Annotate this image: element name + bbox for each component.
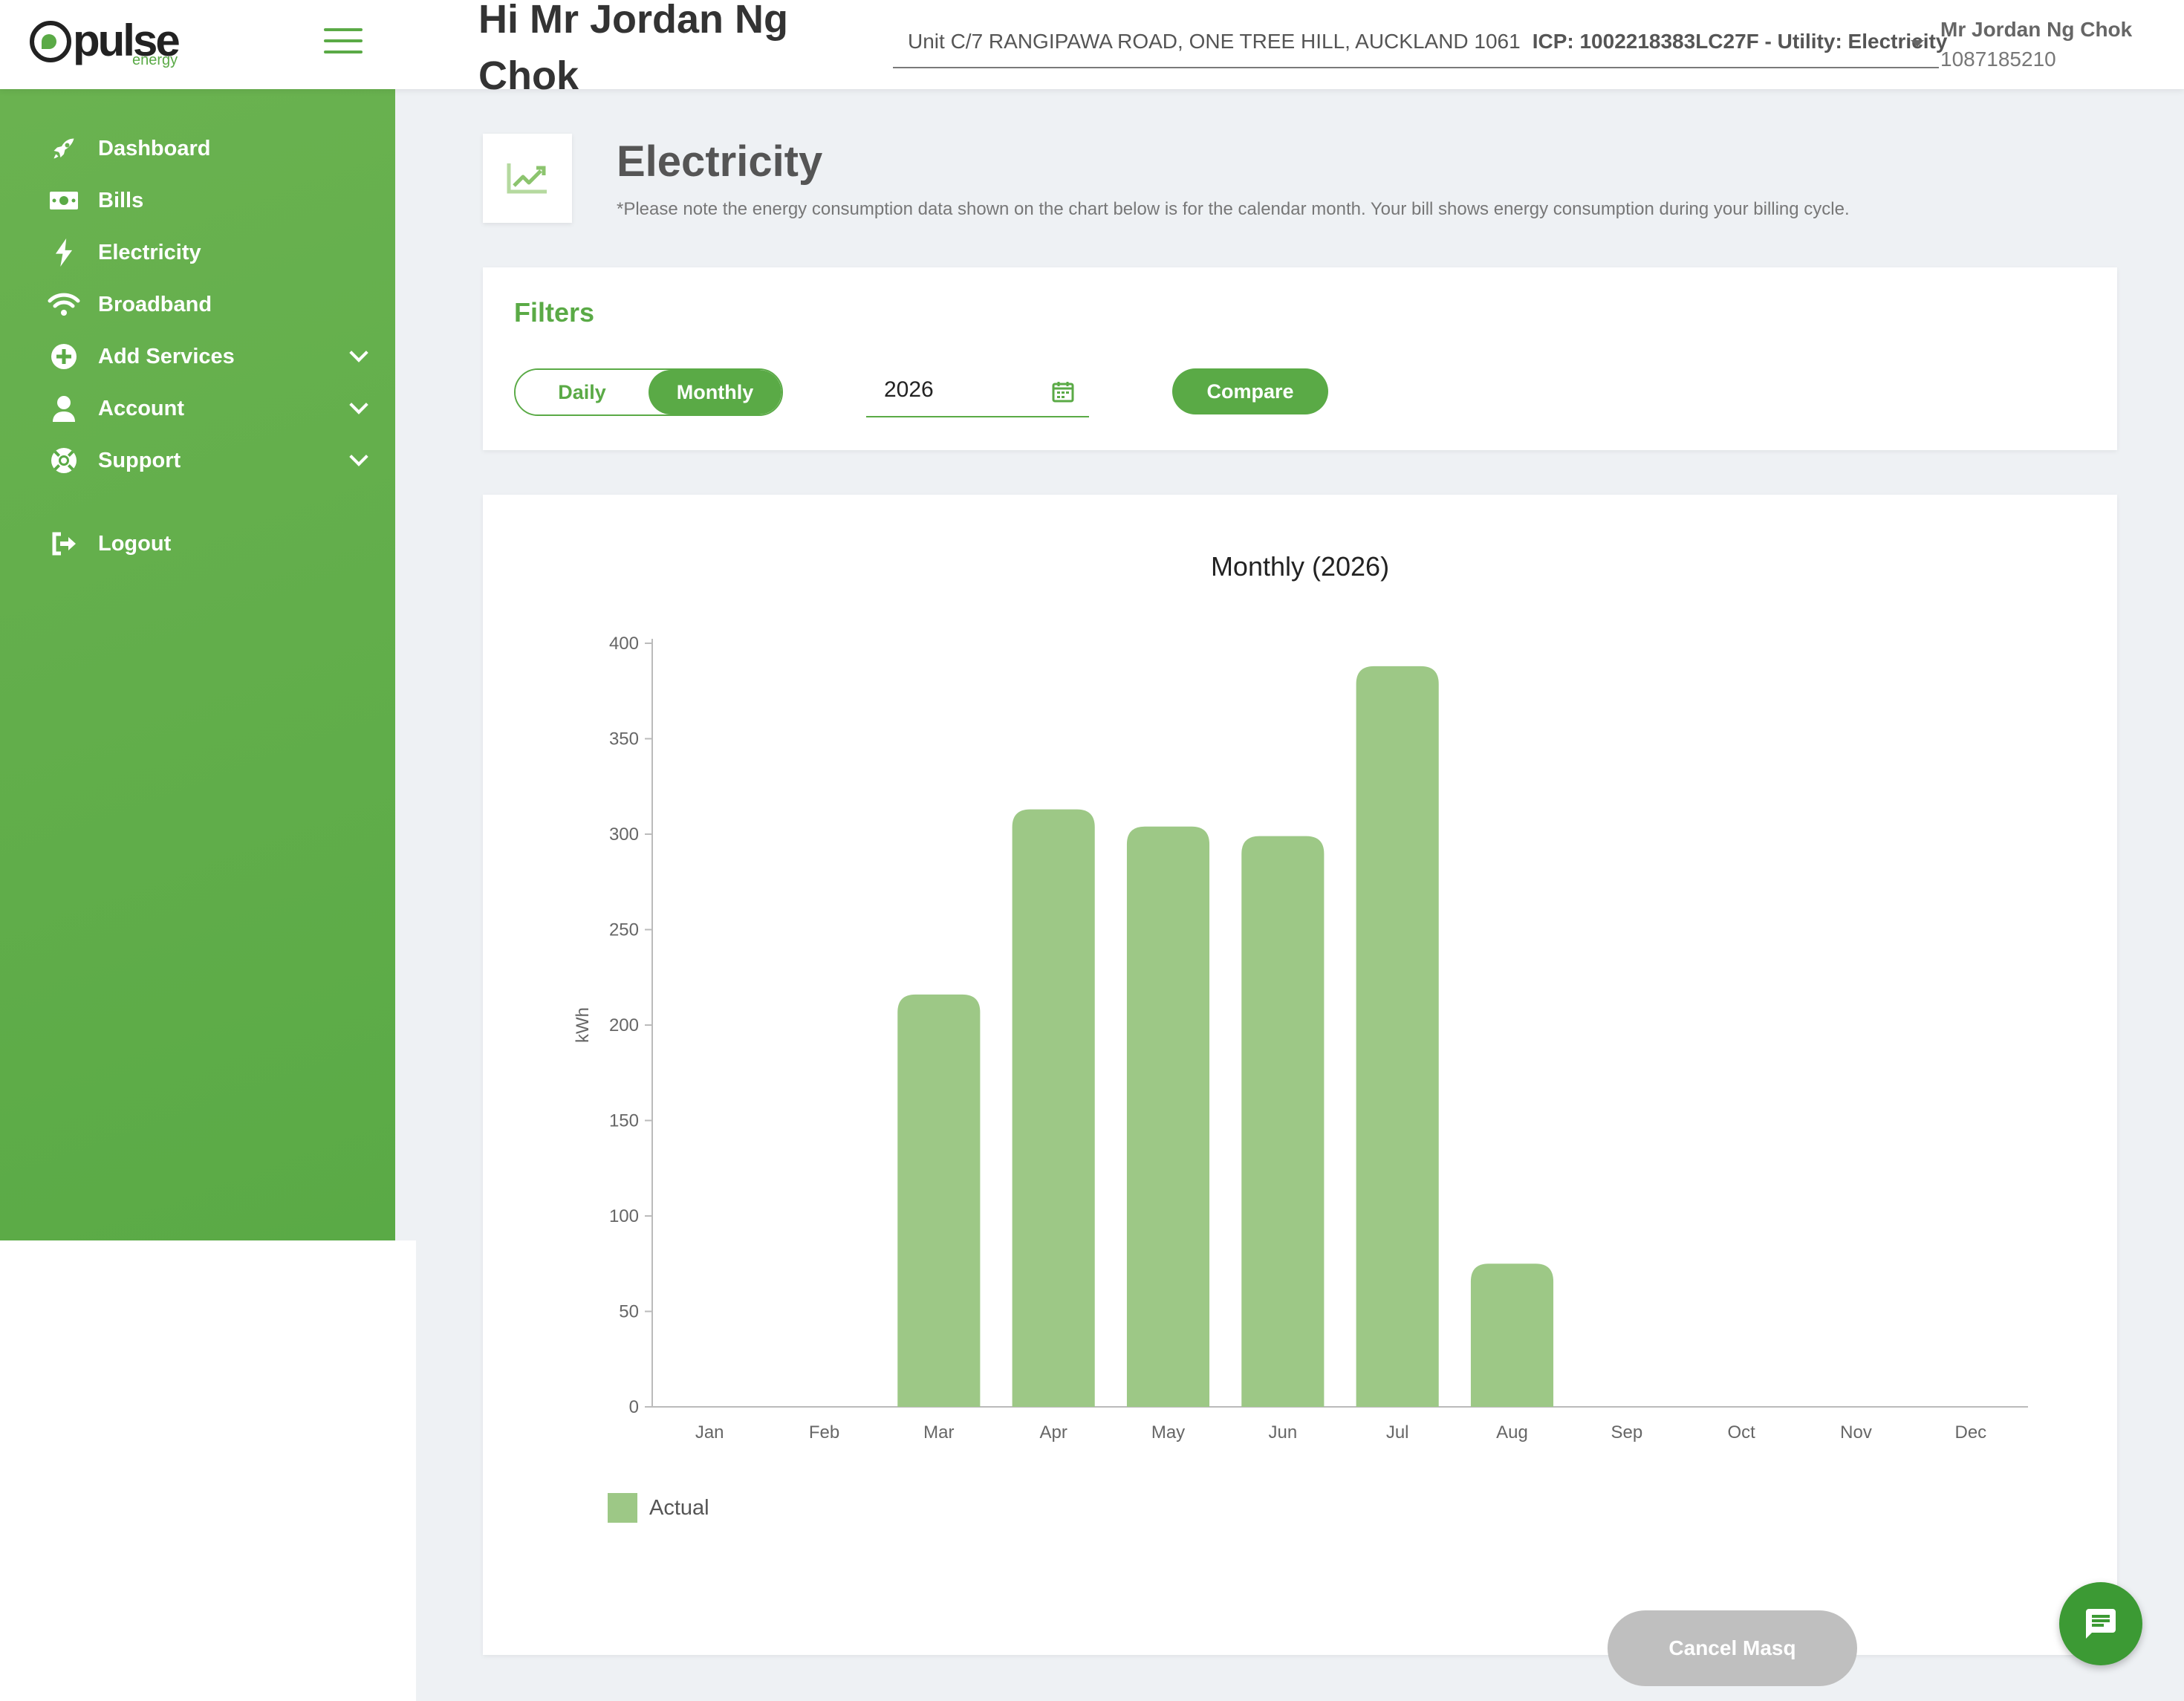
y-tick-label: 200 <box>609 1015 639 1035</box>
x-tick-label: Dec <box>1954 1422 1986 1443</box>
chart-legend[interactable]: Actual <box>608 1493 709 1523</box>
account-number: 1087185210 <box>1940 48 2056 71</box>
sidebar-item-add-services[interactable]: Add Services <box>0 334 395 379</box>
y-tick-label: 350 <box>609 729 639 749</box>
user-icon <box>48 392 80 425</box>
x-tick-label: Feb <box>809 1422 839 1443</box>
sidebar-item-dashboard[interactable]: Dashboard <box>0 126 395 171</box>
bar-may <box>1126 826 1210 1407</box>
logout-icon <box>48 527 80 560</box>
legend-swatch <box>608 1493 637 1523</box>
sidebar-item-label: Add Services <box>98 344 235 368</box>
money-icon <box>48 184 80 217</box>
filters-card: Filters Daily Monthly 2026 Compare <box>483 267 2117 450</box>
page-icon-box <box>483 134 572 223</box>
logo-subtext: energy <box>132 52 178 68</box>
filters-title: Filters <box>514 297 595 328</box>
compare-button[interactable]: Compare <box>1172 368 1328 414</box>
bar-jun <box>1241 836 1325 1407</box>
sidebar-item-bills[interactable]: Bills <box>0 178 395 223</box>
y-tick-label: 150 <box>609 1111 639 1131</box>
chart-trend-icon <box>507 163 547 194</box>
sidebar-item-label: Account <box>98 396 184 420</box>
bar-chart: 0 50 100 150 200 250 300 350 400 kWh Jan Feb Mar Apr M… <box>573 634 2028 1443</box>
sidebar-nav: Dashboard Bills Electricity Broadband Ad… <box>0 89 395 1240</box>
legend-label: Actual <box>649 1495 709 1520</box>
daily-toggle-button[interactable]: Daily <box>516 370 649 414</box>
x-tick-label: Jul <box>1386 1422 1409 1443</box>
sidebar-item-label: Logout <box>98 531 172 556</box>
greeting-title: Hi Mr Jordan Ng Chok <box>478 0 789 98</box>
sidebar-item-electricity[interactable]: Electricity <box>0 230 395 275</box>
property-select[interactable]: Unit C/7 RANGIPAWA ROAD, ONE TREE HILL, … <box>893 28 1947 68</box>
y-tick-label: 400 <box>609 634 639 654</box>
page-note: *Please note the energy consumption data… <box>617 199 1850 219</box>
chat-icon <box>2086 1609 2116 1639</box>
x-tick-label: Jun <box>1268 1422 1297 1443</box>
chevron-down-icon <box>349 395 368 414</box>
caret-down-icon <box>1911 40 1924 47</box>
x-tick-label: Apr <box>1039 1422 1067 1443</box>
cancel-masq-button[interactable]: Cancel Masq <box>1608 1610 1857 1686</box>
bar-apr <box>1012 809 1095 1407</box>
y-tick-label: 50 <box>619 1302 639 1322</box>
sidebar-item-label: Broadband <box>98 292 212 316</box>
calendar-icon[interactable] <box>1052 380 1074 409</box>
monthly-toggle-button[interactable]: Monthly <box>649 370 781 414</box>
x-tick-label: Mar <box>923 1422 954 1443</box>
x-tick-label: Oct <box>1727 1422 1755 1443</box>
sidebar-item-support[interactable]: Support <box>0 438 395 483</box>
sidebar-item-account[interactable]: Account <box>0 386 395 431</box>
property-address: Unit C/7 RANGIPAWA ROAD, ONE TREE HILL, … <box>908 30 1521 53</box>
plus-circle-icon <box>48 340 80 373</box>
period-toggle: Daily Monthly <box>514 368 783 416</box>
x-tick-label: Jan <box>695 1422 724 1443</box>
pulse-energy-logo[interactable]: pulse energy <box>30 16 181 68</box>
x-tick-label: Aug <box>1496 1422 1528 1443</box>
logo-mark-icon <box>30 21 71 62</box>
sidebar-item-broadband[interactable]: Broadband <box>0 282 395 327</box>
icp-label: ICP: 1002218383LC27F - Utility: Electric… <box>1532 30 1948 53</box>
year-picker-input[interactable]: 2026 <box>866 365 1089 417</box>
user-name: Mr Jordan Ng Chok <box>1940 18 2133 41</box>
y-tick-label: 250 <box>609 920 639 940</box>
wifi-icon <box>48 288 80 321</box>
chevron-down-icon <box>349 343 368 362</box>
bar-aug <box>1470 1263 1554 1407</box>
x-tick-label: Nov <box>1840 1422 1872 1443</box>
x-tick-label: May <box>1151 1422 1185 1443</box>
page-title: Electricity <box>617 137 823 186</box>
y-tick-label: 300 <box>609 825 639 845</box>
chevron-down-icon <box>349 447 368 466</box>
bolt-icon <box>48 236 80 269</box>
user-info: Mr Jordan Ng Chok 1087185210 <box>1940 15 2132 74</box>
sidebar-item-label: Electricity <box>98 240 201 264</box>
sidebar-item-label: Support <box>98 448 181 472</box>
sidebar-footer-area <box>0 1240 416 1701</box>
year-value: 2026 <box>884 377 934 402</box>
rocket-icon <box>48 132 80 165</box>
top-header: pulse energy Hi Mr Jordan Ng Chok Unit C… <box>0 0 2184 98</box>
chat-button[interactable] <box>2059 1582 2142 1665</box>
hamburger-menu-icon[interactable] <box>324 28 363 53</box>
lifebuoy-icon <box>48 444 80 477</box>
y-axis-label: kWh <box>573 1007 593 1043</box>
sidebar-item-label: Dashboard <box>98 136 211 160</box>
sidebar-item-logout[interactable]: Logout <box>0 521 395 566</box>
sidebar-item-label: Bills <box>98 188 144 212</box>
x-tick-label: Sep <box>1611 1422 1642 1443</box>
bar-jul <box>1356 666 1439 1407</box>
chart-card: Monthly (2026) 0 50 100 150 200 250 300 350 400 k… <box>483 495 2117 1655</box>
bar-mar <box>897 994 981 1407</box>
y-tick-label: 100 <box>609 1206 639 1226</box>
y-tick-label: 0 <box>629 1397 639 1417</box>
